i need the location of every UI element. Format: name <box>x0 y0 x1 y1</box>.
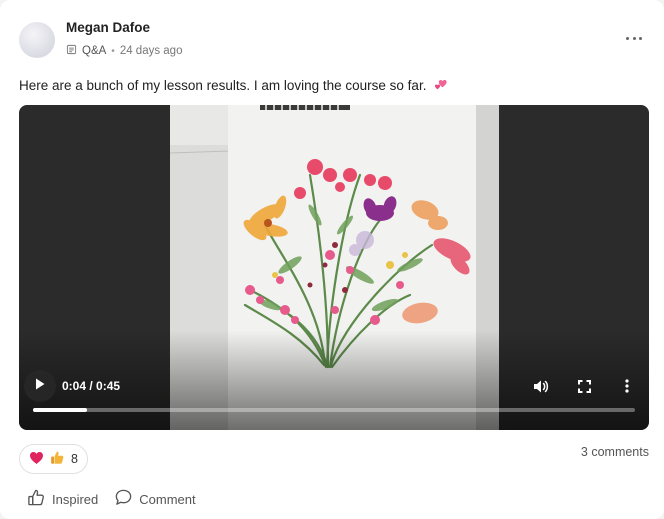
time-display: 0:04 / 0:45 <box>62 379 121 393</box>
video-player[interactable]: 0:04 / 0:45 <box>19 105 649 430</box>
two-hearts-icon <box>433 78 448 95</box>
inspired-label: Inspired <box>52 491 99 507</box>
more-options-icon[interactable] <box>626 33 642 43</box>
post-body: Here are a bunch of my lesson results. I… <box>19 78 448 95</box>
play-button[interactable] <box>24 370 56 402</box>
comment-icon <box>114 488 133 510</box>
post-card: Megan Dafoe Q&A • 24 days ago Here are a… <box>0 0 664 519</box>
volume-icon[interactable] <box>530 375 552 397</box>
author-name[interactable]: Megan Dafoe <box>66 20 150 35</box>
thumbs-up-emoji-icon <box>50 450 65 468</box>
fullscreen-icon[interactable] <box>573 375 595 397</box>
video-menu-icon[interactable] <box>616 375 638 397</box>
comment-label: Comment <box>139 491 196 507</box>
space-link[interactable]: Q&A <box>82 45 106 57</box>
avatar[interactable] <box>19 22 55 58</box>
play-icon <box>35 377 45 395</box>
post-text: Here are a bunch of my lesson results. I… <box>19 78 427 93</box>
comment-button[interactable]: Comment <box>114 488 196 510</box>
heart-icon <box>29 451 44 468</box>
post-meta: Q&A • 24 days ago <box>66 44 182 58</box>
space-icon <box>66 44 77 58</box>
reactions-summary[interactable]: 8 <box>19 444 88 474</box>
thumbs-up-icon <box>27 488 46 510</box>
inspired-button[interactable]: Inspired <box>27 488 98 510</box>
comments-count-link[interactable]: 3 comments <box>581 445 649 459</box>
progress-fill <box>33 408 88 412</box>
progress-bar[interactable] <box>33 408 635 412</box>
post-actions: Inspired Comment <box>27 488 196 510</box>
reaction-count: 8 <box>71 452 78 466</box>
meta-separator: • <box>111 45 115 57</box>
post-timestamp: 24 days ago <box>119 45 183 57</box>
